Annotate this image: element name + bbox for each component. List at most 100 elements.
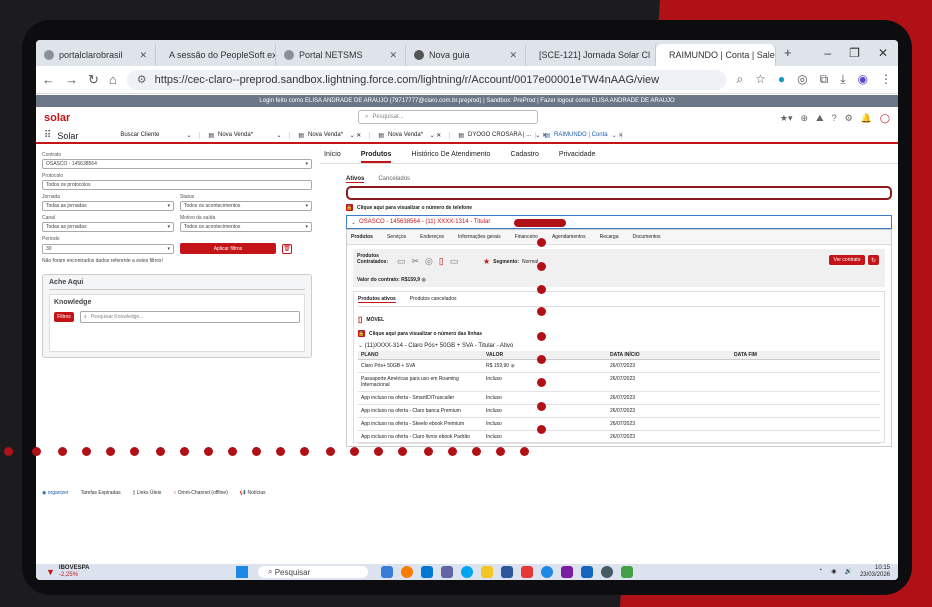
add-icon[interactable]: ⊕	[801, 113, 809, 124]
account-accordion[interactable]: ⌄ OSASCO - 145638564 - (11) XXXX-1314 - T…	[346, 215, 892, 229]
zoom-icon[interactable]: ⌕	[736, 72, 743, 87]
browser-tab-active[interactable]: RAIMUNDO | Conta | Sales✕	[656, 44, 776, 66]
refresh-icon[interactable]: ↻	[868, 255, 879, 265]
console-tab[interactable]: ▤ Nova Venda* ⌄ ✕	[370, 132, 451, 139]
trailhead-icon[interactable]: ⛰	[816, 113, 824, 124]
jornada-select[interactable]: Todas as jornadas ▾	[42, 201, 174, 211]
favorites-icon[interactable]: ★▾	[780, 113, 793, 124]
browser-tab[interactable]: Nova guia ✕	[406, 44, 526, 66]
console-tab-active[interactable]: ▤ RAIMUNDO | Conta ⌄ ✕	[536, 132, 624, 139]
inner-tab-enderecos[interactable]: Endereços	[420, 234, 444, 240]
app-icon[interactable]	[501, 566, 513, 578]
app-icon[interactable]	[421, 566, 433, 578]
inner-tab-agendamentos[interactable]: Agendamentos	[552, 234, 586, 240]
inner-tab-financeiro[interactable]: Financeiro	[515, 234, 538, 240]
browser-tab[interactable]: portalclarobrasil ✕	[36, 44, 156, 66]
tab-produtos-cancelados[interactable]: Produtos cancelados	[410, 296, 457, 303]
minimize-icon[interactable]: –	[824, 46, 831, 60]
browser-tab[interactable]: Portal NETSMS ✕	[276, 44, 406, 66]
protocolo-select[interactable]: Todos os protocolos	[42, 180, 312, 190]
extension-icon[interactable]: ●	[778, 72, 785, 87]
console-tab[interactable]: ▤ DYOGO CROSARA | ... ⌄ ✕	[450, 132, 547, 139]
inner-tab-servicos[interactable]: Serviços	[387, 234, 406, 240]
trash-icon[interactable]: 🗑	[282, 243, 292, 254]
notifications-bell-icon[interactable]: 🔔	[861, 113, 872, 124]
clock[interactable]: 10:15 23/03/2026	[860, 565, 890, 578]
links-uteis[interactable]: ▯ Links Úteis	[133, 490, 162, 496]
taskbar-search[interactable]: ⌕ Pesquisar	[258, 566, 368, 578]
bookmark-star-icon[interactable]: ☆	[755, 72, 766, 87]
tab-cancelados[interactable]: Cancelados	[378, 176, 410, 183]
help-icon[interactable]: ?	[832, 113, 837, 124]
forward-icon[interactable]: →	[65, 72, 78, 87]
close-window-icon[interactable]: ✕	[878, 46, 888, 60]
chevron-down-icon[interactable]: ⌄	[276, 132, 281, 139]
tab-produtos-ativos[interactable]: Produtos ativos	[358, 296, 396, 303]
close-icon[interactable]: ⌄ ✕	[430, 132, 442, 139]
app-launcher-icon[interactable]: ⠿	[44, 130, 51, 141]
console-tab[interactable]: ▤ Nova Venda* ⌄ ✕	[290, 132, 371, 139]
new-tab-button[interactable]: +	[776, 45, 800, 66]
back-icon[interactable]: ←	[42, 72, 55, 87]
app-icon[interactable]	[621, 566, 633, 578]
tab-ativos[interactable]: Ativos	[346, 176, 365, 183]
windows-start-icon[interactable]	[236, 566, 248, 578]
browser-tab[interactable]: [SCE-121] Jornada Solar Cl✕	[526, 44, 656, 66]
plan-accordion[interactable]: ⌄ (11)XXXX-314 - Claro Pós+ 50GB + SVA -…	[358, 342, 880, 349]
setup-gear-icon[interactable]: ⚙	[845, 113, 853, 124]
download-icon[interactable]: ⤓	[840, 72, 845, 87]
linhas-link[interactable]: Clique aqui para visualizar o número das…	[369, 331, 482, 337]
canal-select[interactable]: Todas as jornadas ▾	[42, 222, 174, 232]
phone-reveal-row[interactable]: 🔒 Clique aqui para visualizar o número d…	[346, 204, 892, 211]
teams-icon[interactable]	[441, 566, 453, 578]
app-icon[interactable]	[381, 566, 393, 578]
app-icon[interactable]	[541, 566, 553, 578]
site-info-icon[interactable]: ⚙	[137, 73, 147, 86]
tab-inicio[interactable]: Início	[324, 151, 341, 163]
profile-icon[interactable]: ◉	[858, 72, 868, 87]
close-icon[interactable]: ✕	[383, 50, 397, 61]
noticias[interactable]: 📢 Notícias	[240, 490, 266, 496]
console-tab[interactable]: ▤ Nova Venda* ⌄	[200, 132, 291, 139]
linhas-reveal-row[interactable]: 🔒 Clique aqui para visualizar o número d…	[358, 330, 880, 337]
info-icon[interactable]: ◉	[421, 277, 425, 283]
close-icon[interactable]: ⌄ ✕	[350, 132, 362, 139]
close-icon[interactable]: ✕	[503, 50, 517, 61]
chevron-up-icon[interactable]: ⌃	[818, 568, 823, 575]
inner-tab-informacoes[interactable]: Informações gerais	[458, 234, 501, 240]
close-icon[interactable]: ✕	[133, 50, 147, 61]
close-icon[interactable]: ⌄ ✕	[612, 132, 624, 139]
phone-link[interactable]: Clique aqui para visualizar o número de …	[357, 205, 472, 211]
console-tab[interactable]: Buscar Cliente ⌄	[112, 132, 201, 139]
browser-tab[interactable]: A sessão do PeopleSoft ex✕	[156, 44, 276, 66]
status-select[interactable]: Todos os acontecimentos ▾	[180, 201, 312, 211]
ver-contrato-button[interactable]: Ver contrato	[829, 255, 865, 265]
volume-icon[interactable]: 🔊	[844, 568, 851, 575]
inner-tab-recarga[interactable]: Recarga	[600, 234, 619, 240]
stock-widget[interactable]: ▼ IBOVESPA -2,25%	[46, 565, 89, 578]
knowledge-search-input[interactable]: ⌕ Pesquisar Knowledge...	[80, 311, 300, 323]
apply-filters-button[interactable]: Aplicar filtros	[180, 243, 276, 254]
wifi-icon[interactable]: ◉	[831, 568, 836, 575]
tab-produtos[interactable]: Produtos	[360, 151, 392, 163]
edge-icon[interactable]	[461, 566, 473, 578]
periodo-select[interactable]: 30 ▾	[42, 243, 174, 254]
global-search-input[interactable]: ⌕ Pesquisar...	[358, 110, 538, 124]
reload-icon[interactable]: ↻	[88, 72, 99, 88]
tab-cadastro[interactable]: Cadastro	[510, 151, 538, 163]
omni-channel[interactable]: ○ Omni-Channel (offline)	[173, 490, 228, 496]
motivo-select[interactable]: Todos os acontecimentos ▾	[180, 222, 312, 232]
restore-icon[interactable]: ❐	[849, 46, 860, 60]
extensions-puzzle-icon[interactable]: ⧉	[820, 72, 829, 87]
app-icon[interactable]	[521, 566, 533, 578]
chevron-down-icon[interactable]: ⌄	[186, 132, 191, 139]
folder-icon[interactable]	[481, 566, 493, 578]
info-icon[interactable]: ◉	[510, 363, 514, 369]
menu-icon[interactable]: ⋮	[880, 72, 892, 87]
tarefas-expiradas[interactable]: Tarefas Expiradas	[81, 490, 121, 496]
camera-icon[interactable]: ◎	[797, 72, 807, 87]
contrato-select[interactable]: OSASCO - 145638564 ▾	[42, 159, 312, 169]
inner-tab-documentos[interactable]: Documentos	[632, 234, 660, 240]
chrome-app-icon[interactable]	[401, 566, 413, 578]
avatar[interactable]: ◯	[880, 113, 890, 124]
